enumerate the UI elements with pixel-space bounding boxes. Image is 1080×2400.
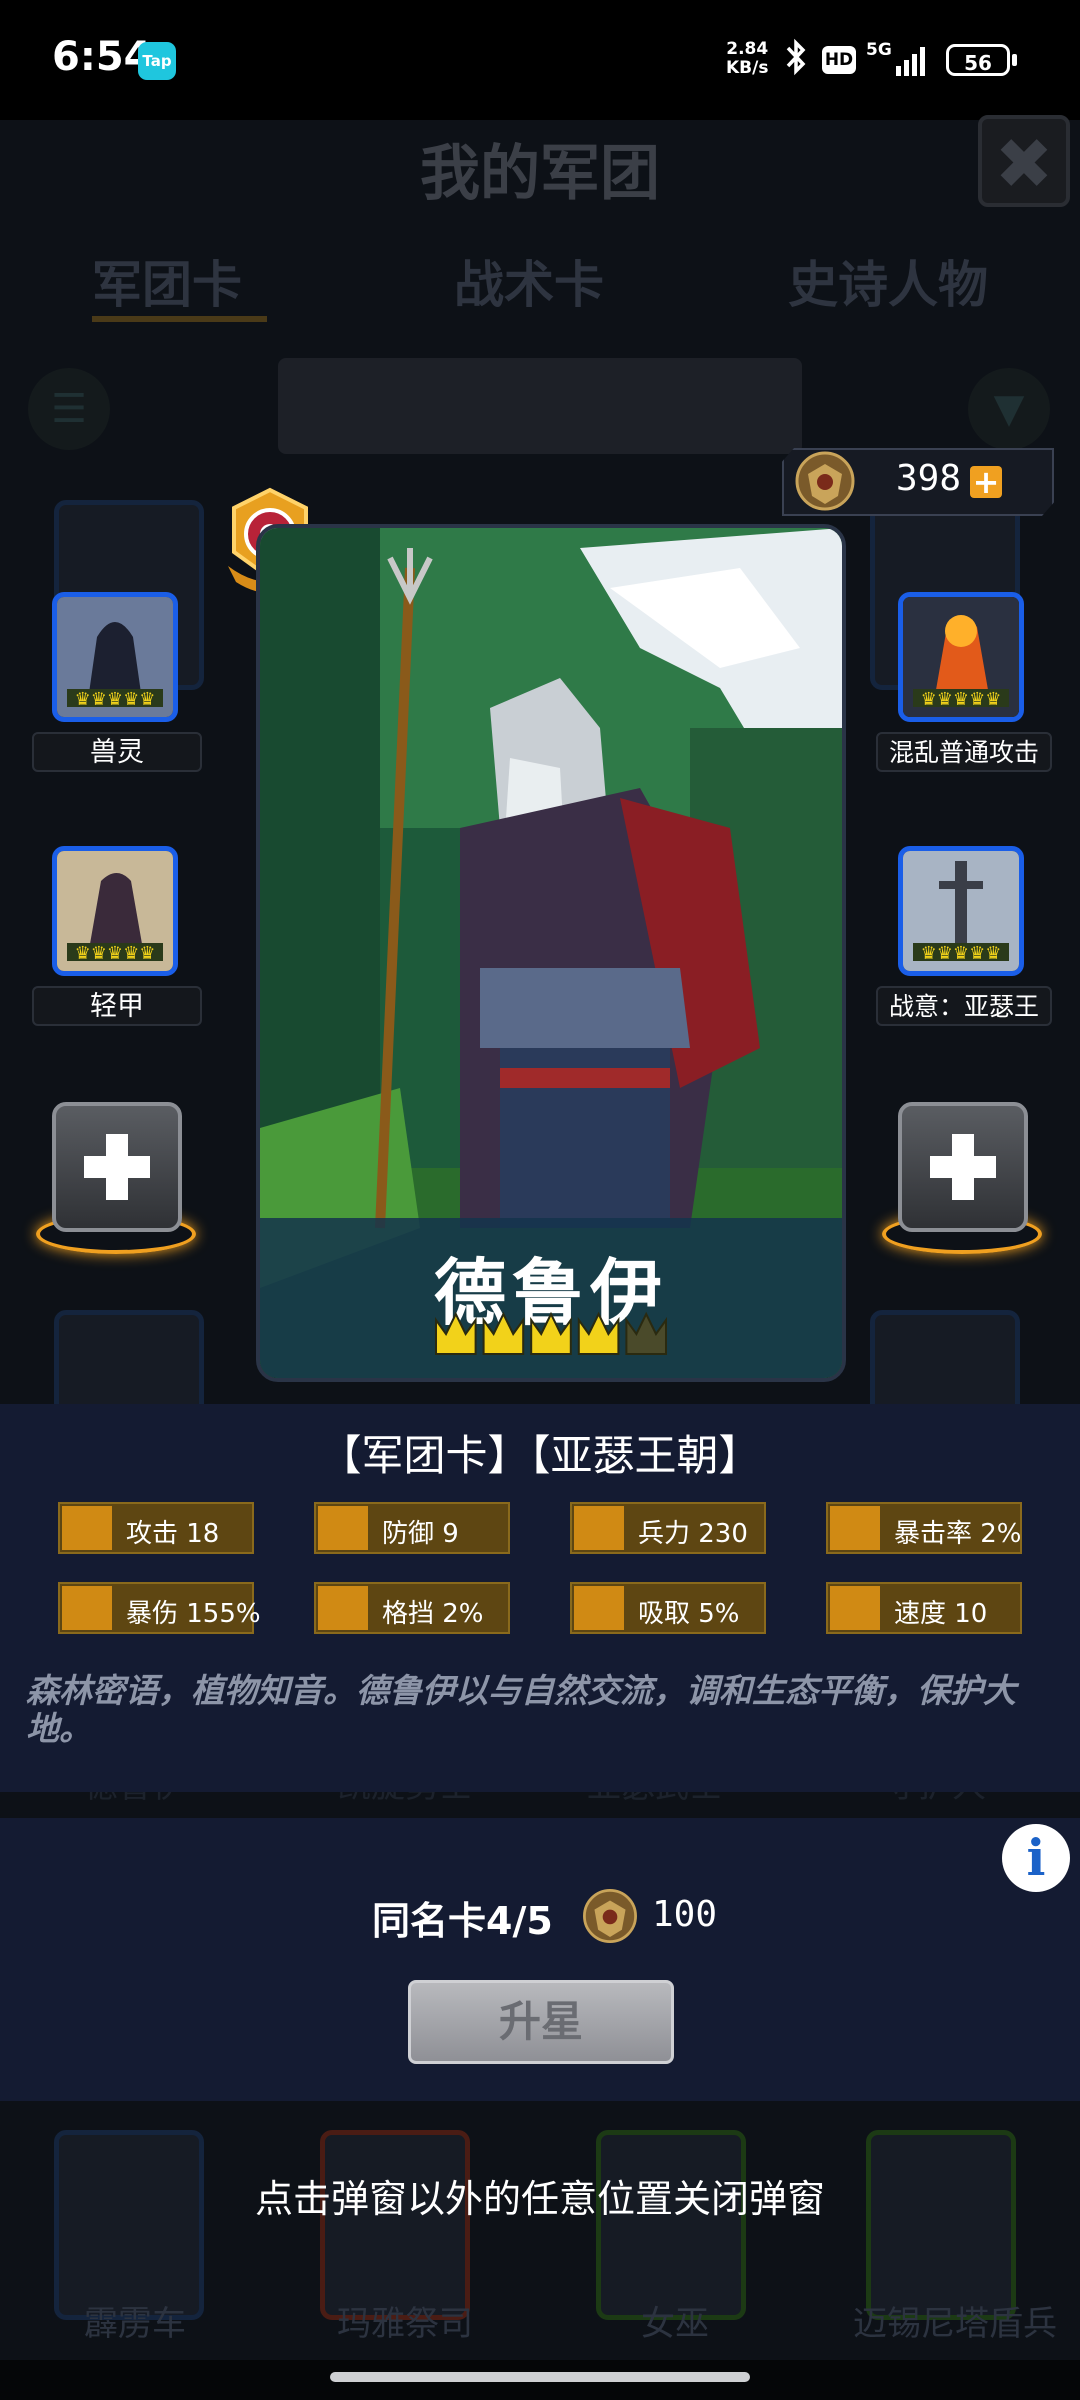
network-speed-unit: KB/s xyxy=(726,58,769,78)
add-skill-button[interactable] xyxy=(898,1102,1028,1232)
skill-slot-label: 轻甲 xyxy=(32,986,202,1026)
taptap-app-icon: Tap xyxy=(138,42,176,80)
stat-text: 暴伤 155% xyxy=(126,1599,261,1629)
star-rating xyxy=(435,1311,667,1355)
svg-text:♛♛♛♛♛: ♛♛♛♛♛ xyxy=(921,943,1002,964)
hd-icon: HD xyxy=(822,46,856,74)
skill-slot-war-spirit-arthur[interactable]: ♛♛♛♛♛ xyxy=(898,846,1024,976)
skill-slot-beast-spirit[interactable]: ♛♛♛♛♛ xyxy=(52,592,178,722)
network-type: 5G xyxy=(866,40,892,60)
close-hint: 点击弹窗以外的任意位置关闭弹窗 xyxy=(254,2177,825,2221)
war-spirit-artwork: ♛♛♛♛♛ xyxy=(903,851,1019,971)
stat-attack: 攻击 18 xyxy=(58,1502,254,1554)
bg-card[interactable] xyxy=(866,2130,1016,2320)
add-currency-button[interactable]: + xyxy=(970,466,1002,498)
skill-slot-label: 兽灵 xyxy=(32,732,202,772)
bg-card[interactable] xyxy=(320,2130,470,2320)
crown-filled-icon xyxy=(482,1311,525,1355)
bg-card-label: 玛雅祭司 xyxy=(337,2304,473,2344)
stat-crit-rate: 暴击率 2% xyxy=(826,1502,1022,1554)
home-indicator[interactable] xyxy=(330,2372,750,2382)
stat-block: 格挡 2% xyxy=(314,1582,510,1634)
network-speed: 2.84 KB/s xyxy=(726,40,768,78)
signal-icon xyxy=(896,47,925,76)
bg-card[interactable] xyxy=(54,2130,204,2320)
duplicate-count: 同名卡4/5 xyxy=(372,1899,553,1943)
list-icon[interactable]: ☰ xyxy=(28,368,110,450)
battery-nub xyxy=(1012,54,1017,66)
skill-slot-label: 混乱普通攻击 xyxy=(876,732,1052,772)
stat-text: 格挡 2% xyxy=(382,1599,484,1629)
skill-slot-label: 战意：亚瑟王 xyxy=(876,986,1052,1026)
crown-filled-icon xyxy=(435,1311,477,1355)
stat-text: 吸取 5% xyxy=(638,1599,740,1629)
stat-text: 暴击率 2% xyxy=(894,1519,1022,1549)
emblem-coin-icon xyxy=(583,1889,637,1943)
tab-tactic-cards[interactable]: 战术卡 xyxy=(454,245,604,317)
light-armor-artwork: ♛♛♛♛♛ xyxy=(57,851,173,971)
tab-legion-cards[interactable]: 军团卡 xyxy=(92,245,242,317)
bg-card-label: 女巫 xyxy=(641,2304,709,2344)
sword-icon xyxy=(62,1506,112,1550)
page-title: 我的军团 xyxy=(420,139,660,209)
tab-epic-characters[interactable]: 史诗人物 xyxy=(788,245,988,317)
block-icon xyxy=(318,1586,368,1630)
bg-card-label: 迈锡尼塔盾兵 xyxy=(853,2304,1057,2344)
svg-text:♛♛♛♛♛: ♛♛♛♛♛ xyxy=(75,943,156,964)
svg-text:♛♛♛♛♛: ♛♛♛♛♛ xyxy=(921,689,1002,710)
stat-absorb: 吸取 5% xyxy=(570,1582,766,1634)
stat-text: 兵力 230 xyxy=(638,1519,748,1549)
filter-icon[interactable]: ▼ xyxy=(968,368,1050,450)
skill-slot-chaos-attack[interactable]: ♛♛♛♛♛ xyxy=(898,592,1024,722)
beast-spirit-artwork: ♛♛♛♛♛ xyxy=(57,597,173,717)
search-input[interactable] xyxy=(278,358,802,454)
stat-speed: 速度 10 xyxy=(826,1582,1022,1634)
close-icon[interactable]: ✖ xyxy=(978,115,1070,207)
absorb-icon xyxy=(574,1586,624,1630)
currency-value: 398 xyxy=(896,458,962,499)
star-up-button[interactable]: 升星 xyxy=(408,1980,674,2064)
svg-text:♛♛♛♛♛: ♛♛♛♛♛ xyxy=(75,689,156,710)
stat-troops: 兵力 230 xyxy=(570,1502,766,1554)
emblem-coin-icon xyxy=(795,451,855,511)
stat-text: 攻击 18 xyxy=(126,1519,220,1549)
legion-card[interactable]: 德鲁伊 xyxy=(256,524,846,1382)
plus-icon xyxy=(84,1134,150,1200)
stat-crit-damage: 暴伤 155% xyxy=(58,1582,261,1634)
card-description: 森林密语，植物知音。德鲁伊以与自然交流，调和生态平衡，保护大地。 xyxy=(26,1671,1016,1748)
plus-icon xyxy=(930,1134,996,1200)
stat-text: 防御 9 xyxy=(382,1519,459,1549)
info-icon[interactable]: i xyxy=(1002,1824,1070,1892)
card-tags: 【军团卡】【亚瑟王朝】 xyxy=(319,1431,761,1480)
skill-slot-light-armor[interactable]: ♛♛♛♛♛ xyxy=(52,846,178,976)
stat-defense: 防御 9 xyxy=(314,1502,510,1554)
battery-icon: 56 xyxy=(946,44,1010,76)
crown-filled-icon xyxy=(577,1311,620,1355)
crit-damage-icon xyxy=(62,1586,112,1630)
status-time: 6:54 xyxy=(52,34,152,80)
bg-card-label: 霹雳车 xyxy=(84,2304,186,2344)
active-tab-indicator xyxy=(92,316,267,322)
heart-icon xyxy=(574,1506,624,1550)
crit-rate-icon xyxy=(830,1506,880,1550)
bluetooth-icon xyxy=(784,38,808,85)
boot-icon xyxy=(830,1586,880,1630)
crown-empty-icon xyxy=(625,1311,667,1355)
upgrade-cost: 100 xyxy=(652,1894,718,1935)
shield-icon xyxy=(318,1506,368,1550)
add-skill-button[interactable] xyxy=(52,1102,182,1232)
bg-card[interactable] xyxy=(596,2130,746,2320)
stat-text: 速度 10 xyxy=(894,1599,988,1629)
network-speed-value: 2.84 xyxy=(726,39,769,59)
crown-filled-icon xyxy=(530,1311,572,1355)
chaos-attack-artwork: ♛♛♛♛♛ xyxy=(903,597,1019,717)
